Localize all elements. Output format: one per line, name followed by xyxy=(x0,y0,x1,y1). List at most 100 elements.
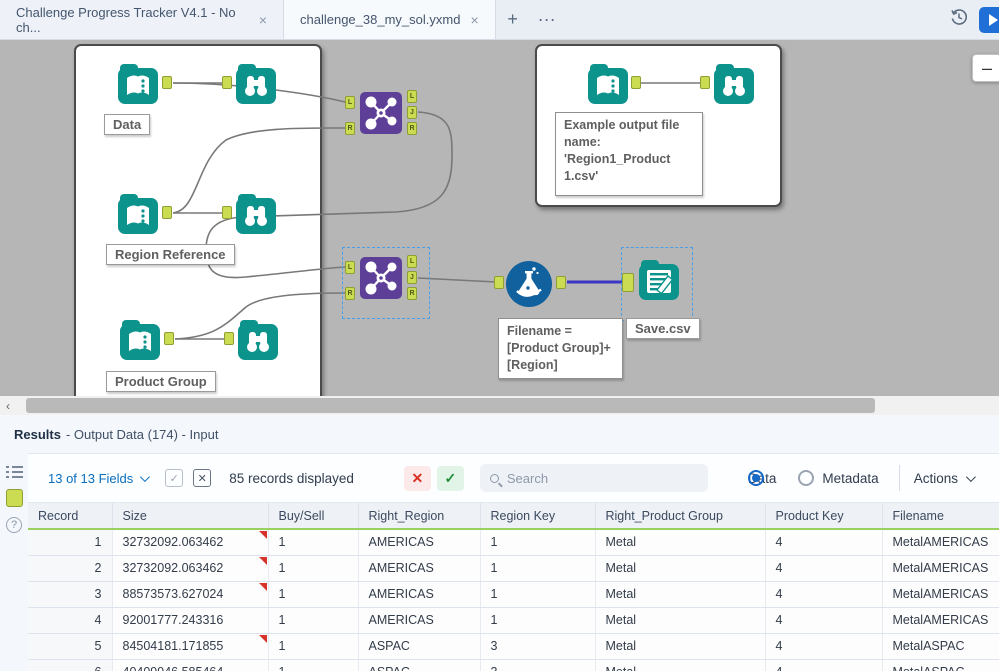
scrollbar-thumb[interactable] xyxy=(26,398,875,413)
example-comment-box[interactable]: Example output file name: 'Region1_Produ… xyxy=(555,112,703,196)
example-input-tool[interactable] xyxy=(585,61,631,107)
search-box[interactable] xyxy=(479,464,708,492)
cell-region-key[interactable]: 1 xyxy=(480,607,596,634)
join1-input-right-anchor[interactable]: R xyxy=(345,122,355,135)
more-tabs-button[interactable]: ··· xyxy=(530,0,564,39)
browse-tool-3[interactable] xyxy=(235,317,281,363)
canvas-horizontal-scrollbar[interactable]: ‹ xyxy=(0,396,999,415)
cell-buy-sell[interactable]: 1 xyxy=(268,555,359,582)
join2-output-right-anchor[interactable]: R xyxy=(407,287,417,300)
cell-region-key[interactable]: 1 xyxy=(480,529,596,556)
cell-size[interactable]: 88573573.627024 xyxy=(112,581,269,608)
cell-right-product-group[interactable]: Metal xyxy=(595,633,766,660)
help-icon[interactable]: ? xyxy=(6,517,22,533)
cell-filename[interactable]: MetalAMERICAS xyxy=(882,581,999,608)
join2-output-join-anchor[interactable]: J xyxy=(407,271,417,284)
cell-region-key[interactable]: 3 xyxy=(480,659,596,671)
column-header-product-key[interactable]: Product Key xyxy=(765,503,883,530)
cell-product-key[interactable]: 4 xyxy=(765,555,883,582)
data-tool-label[interactable]: Data xyxy=(104,114,151,135)
cell-right-product-group[interactable]: Metal xyxy=(595,659,766,671)
formula-annotation[interactable]: Filename = [Product Group]+ [Region] xyxy=(498,318,623,379)
cell-size[interactable]: 92001777.243316 xyxy=(112,607,269,634)
cell-filename[interactable]: MetalAMERICAS xyxy=(882,607,999,634)
list-view-icon[interactable] xyxy=(5,465,23,479)
column-header-right-product-group[interactable]: Right_Product Group xyxy=(595,503,766,530)
input-data-tool[interactable] xyxy=(115,61,161,107)
metadata-radio[interactable] xyxy=(798,470,815,486)
cell-right-product-group[interactable]: Metal xyxy=(595,555,766,582)
cell-region-key[interactable]: 1 xyxy=(480,555,596,582)
cell-filename[interactable]: MetalAMERICAS xyxy=(882,555,999,582)
cell-filename[interactable]: MetalASPAC xyxy=(882,659,999,671)
join2-output-left-anchor[interactable]: L xyxy=(407,255,417,268)
cell-right-region[interactable]: ASPAC xyxy=(358,659,481,671)
product-output-anchor[interactable] xyxy=(164,332,174,345)
cell-right-product-group[interactable]: Metal xyxy=(595,529,766,556)
cell-record[interactable]: 5 xyxy=(28,633,113,660)
new-tab-button[interactable]: + xyxy=(496,0,530,39)
formula-input-anchor[interactable] xyxy=(494,276,504,289)
cell-buy-sell[interactable]: 1 xyxy=(268,529,359,556)
example-output-anchor[interactable] xyxy=(631,76,641,89)
join-tool-2[interactable] xyxy=(358,255,404,301)
cell-product-key[interactable]: 4 xyxy=(765,659,883,671)
fields-dropdown[interactable]: 13 of 13 Fields xyxy=(48,471,151,486)
selected-anchor-icon[interactable] xyxy=(5,489,23,507)
history-icon[interactable] xyxy=(949,7,969,32)
join-tool-1[interactable] xyxy=(358,90,404,136)
cell-region-key[interactable]: 3 xyxy=(480,633,596,660)
cell-region-key[interactable]: 1 xyxy=(480,581,596,608)
column-header-right-region[interactable]: Right_Region xyxy=(358,503,481,530)
join1-output-right-anchor[interactable]: R xyxy=(407,122,417,135)
output-input-anchor[interactable] xyxy=(622,273,634,292)
search-input[interactable] xyxy=(506,470,677,486)
cell-product-key[interactable]: 4 xyxy=(765,581,883,608)
zoom-out-button[interactable]: – xyxy=(972,54,999,82)
cell-buy-sell[interactable]: 1 xyxy=(268,633,359,660)
cell-product-key[interactable]: 4 xyxy=(765,633,883,660)
actions-dropdown[interactable]: Actions xyxy=(914,471,976,486)
tab-challenge-38-my-sol[interactable]: challenge_38_my_sol.yxmd × xyxy=(284,0,496,39)
browse-tool-1[interactable] xyxy=(233,61,279,107)
cell-record[interactable]: 6 xyxy=(28,659,113,671)
cell-buy-sell[interactable]: 1 xyxy=(268,581,359,608)
example-browse-input-anchor[interactable] xyxy=(700,76,710,89)
region-reference-tool-label[interactable]: Region Reference xyxy=(106,244,235,265)
join1-output-join-anchor[interactable]: J xyxy=(407,106,417,119)
input-region-reference-tool[interactable] xyxy=(115,191,161,237)
workflow-canvas[interactable]: Data Region Reference Product Group L R … xyxy=(0,40,999,396)
results-table-container[interactable]: Record Size Buy/Sell Right_Region Region Key… xyxy=(28,503,999,671)
cell-record[interactable]: 3 xyxy=(28,581,113,608)
cell-right-region[interactable]: AMERICAS xyxy=(358,529,481,556)
cell-size[interactable]: 32732092.063462 xyxy=(112,555,269,582)
cell-right-region[interactable]: AMERICAS xyxy=(358,581,481,608)
cell-record[interactable]: 4 xyxy=(28,607,113,634)
column-header-size[interactable]: Size xyxy=(112,503,269,530)
cell-right-region[interactable]: ASPAC xyxy=(358,633,481,660)
errors-filter-button[interactable]: ✕ xyxy=(403,465,431,491)
cell-size[interactable]: 40409946.585464 xyxy=(112,659,269,671)
product-group-tool-label[interactable]: Product Group xyxy=(106,371,216,392)
cell-right-product-group[interactable]: Metal xyxy=(595,607,766,634)
browse2-input-anchor[interactable] xyxy=(222,206,232,219)
close-tab-icon[interactable]: × xyxy=(470,12,478,28)
join2-input-left-anchor[interactable]: L xyxy=(345,261,355,274)
data-output-anchor[interactable] xyxy=(162,76,172,89)
scroll-left-arrow[interactable]: ‹ xyxy=(0,396,16,415)
cell-product-key[interactable]: 4 xyxy=(765,607,883,634)
cell-right-region[interactable]: AMERICAS xyxy=(358,607,481,634)
column-header-region-key[interactable]: Region Key xyxy=(480,503,596,530)
cell-viewer-icon[interactable]: ✓ xyxy=(165,469,184,487)
column-header-buy-sell[interactable]: Buy/Sell xyxy=(268,503,359,530)
cell-record[interactable]: 2 xyxy=(28,555,113,582)
cell-record[interactable]: 1 xyxy=(28,529,113,556)
formula-output-anchor[interactable] xyxy=(556,276,566,289)
output-data-tool[interactable] xyxy=(636,257,682,303)
close-cell-viewer-icon[interactable]: ✕ xyxy=(193,469,212,487)
cell-buy-sell[interactable]: 1 xyxy=(268,659,359,671)
join2-input-right-anchor[interactable]: R xyxy=(345,287,355,300)
cell-size[interactable]: 32732092.063462 xyxy=(112,529,269,556)
input-product-group-tool[interactable] xyxy=(117,317,163,363)
cell-size[interactable]: 84504181.171855 xyxy=(112,633,269,660)
